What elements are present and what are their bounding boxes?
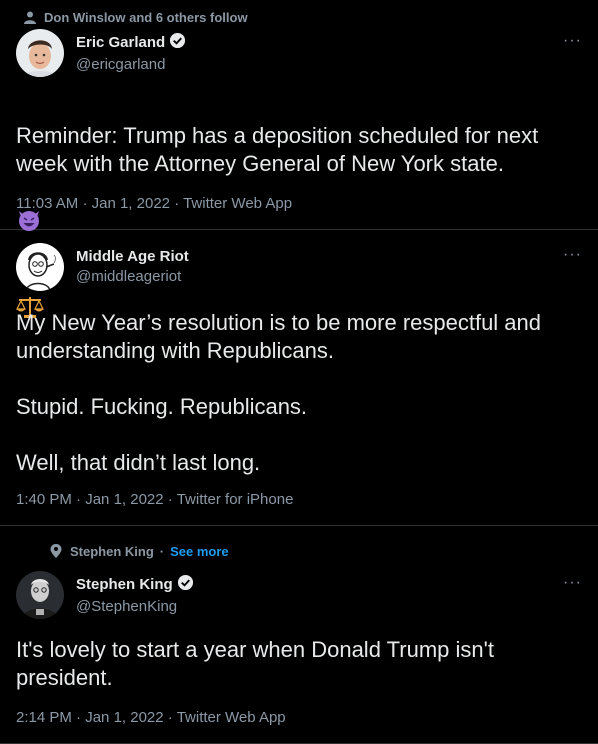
tweet-text-body: Reminder: Trump has a deposition schedul… — [16, 123, 539, 176]
tweet-stephen-king[interactable]: Stephen King · See more Stephen King @St… — [0, 526, 598, 744]
tweet-time[interactable]: 2:14 PM — [16, 709, 72, 726]
avatar[interactable] — [16, 243, 64, 291]
avatar[interactable] — [16, 571, 64, 619]
tweet-date[interactable]: Jan 1, 2022 — [85, 491, 163, 508]
more-options-icon[interactable]: ··· — [563, 247, 582, 263]
tweet-metadata: 2:14 PM · Jan 1, 2022 · Twitter Web App — [16, 709, 286, 726]
verified-badge-icon — [177, 574, 194, 597]
social-context-text[interactable]: Don Winslow and 6 others follow — [44, 10, 248, 25]
more-options-icon[interactable]: ··· — [563, 33, 582, 49]
tweet-date[interactable]: Jan 1, 2022 — [92, 195, 170, 212]
tweet-middle-age-riot[interactable]: Middle Age Riot @middleageriot ··· My Ne… — [0, 230, 598, 526]
tweet-time[interactable]: 1:40 PM — [16, 491, 72, 508]
handle[interactable]: @StephenKing — [76, 597, 194, 617]
tweet-source[interactable]: Twitter for iPhone — [177, 491, 294, 508]
avatar[interactable] — [16, 29, 64, 77]
tweet-source[interactable]: Twitter Web App — [177, 709, 286, 726]
social-context-text[interactable]: Stephen King — [70, 544, 154, 559]
person-icon — [22, 9, 38, 25]
tweet-time[interactable]: 11:03 AM — [16, 195, 78, 212]
see-more-link[interactable]: See more — [170, 544, 229, 559]
tweet-date[interactable]: Jan 1, 2022 — [85, 709, 163, 726]
social-context: Don Winslow and 6 others follow — [22, 9, 248, 25]
topic-pin-icon — [48, 543, 64, 559]
tweet-eric-garland[interactable]: Don Winslow and 6 others follow Eric Gar… — [0, 0, 598, 318]
tweet-text: It's lovely to start a year when Donald … — [16, 637, 494, 690]
tweet-metadata: 11:03 AM · Jan 1, 2022 · Twitter Web App — [16, 195, 293, 212]
more-options-icon[interactable]: ··· — [563, 575, 582, 591]
social-context: Stephen King · See more — [48, 543, 229, 559]
tweet-metadata: 1:40 PM · Jan 1, 2022 · Twitter for iPho… — [16, 491, 294, 508]
verified-badge-icon — [169, 32, 186, 55]
display-name[interactable]: Stephen King — [76, 575, 173, 595]
tweet-text: My New Year’s resolution is to be more r… — [16, 310, 542, 475]
handle[interactable]: @ericgarland — [76, 55, 186, 75]
handle[interactable]: @middleageriot — [76, 267, 189, 287]
tweet-source[interactable]: Twitter Web App — [183, 195, 292, 212]
display-name[interactable]: Eric Garland — [76, 33, 165, 53]
display-name[interactable]: Middle Age Riot — [76, 247, 189, 267]
